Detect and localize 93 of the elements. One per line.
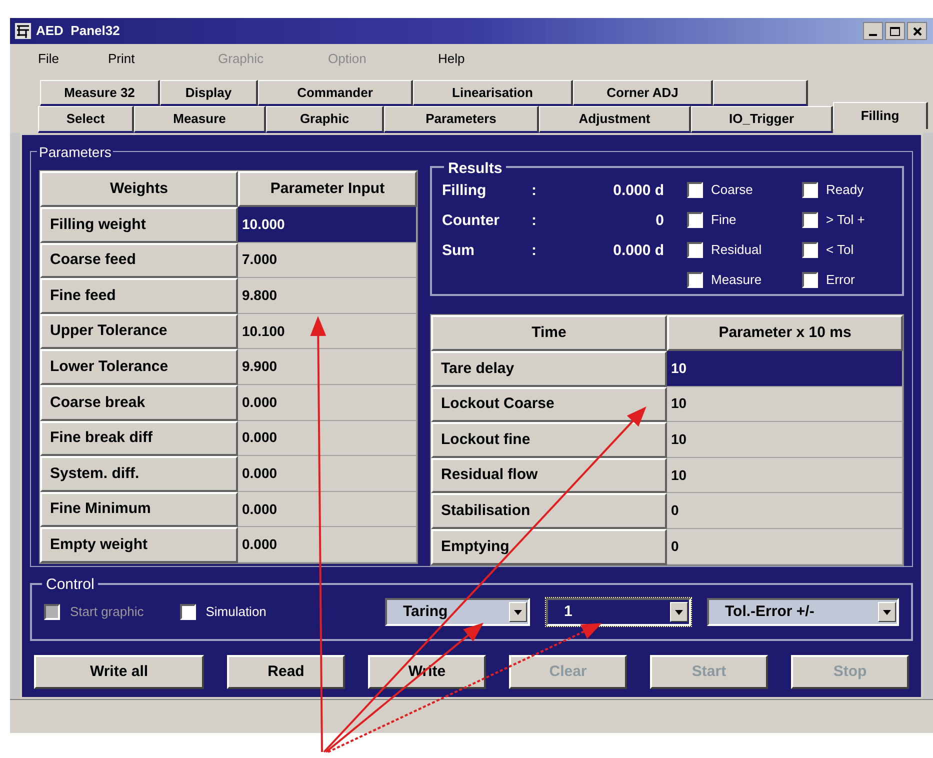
table-cell[interactable]: 10	[667, 386, 903, 422]
tab[interactable]	[713, 80, 808, 106]
checkbox[interactable]	[802, 272, 818, 288]
row-header: System. diff.	[40, 456, 238, 492]
button[interactable]: Write all	[34, 655, 204, 689]
tab[interactable]: IO_Trigger	[691, 106, 833, 133]
checkbox[interactable]	[180, 604, 196, 620]
tab[interactable]: Measure	[134, 106, 266, 133]
tab[interactable]: Filling	[833, 102, 928, 129]
column-header: Weights	[40, 171, 238, 207]
menu-item[interactable]: Help	[428, 49, 538, 69]
checkbox[interactable]	[687, 212, 703, 228]
row-header: Fine feed	[40, 278, 238, 314]
tab[interactable]: Display	[160, 80, 258, 106]
checkbox-label: > Tol +	[826, 211, 865, 230]
row-header: Filling weight	[40, 207, 238, 243]
row-header: Lockout fine	[431, 422, 667, 458]
minimize-icon	[869, 34, 877, 36]
dropdown[interactable]: Tol.-Error +/-	[707, 598, 899, 626]
reading-value: 0.000 d	[612, 240, 664, 261]
checkbox-label: Residual	[711, 241, 762, 260]
checkbox[interactable]	[802, 182, 818, 198]
reading-label: Counter	[442, 210, 500, 231]
table-cell[interactable]: 0.000	[238, 456, 417, 492]
column-header: Parameter Input	[238, 171, 417, 207]
checkbox[interactable]	[802, 242, 818, 258]
menu-item[interactable]: Print	[98, 49, 208, 69]
maximize-icon	[890, 26, 900, 36]
checkbox-label: Coarse	[711, 181, 753, 200]
table-cell[interactable]: 0.000	[238, 420, 417, 456]
reading-value: 0	[654, 210, 664, 231]
table-cell[interactable]: 0	[667, 528, 903, 565]
checkbox[interactable]	[687, 182, 703, 198]
reading-separator: :	[530, 240, 538, 261]
tab[interactable]: Linearisation	[413, 80, 573, 106]
button[interactable]: Read	[227, 655, 345, 689]
row-header: Tare delay	[431, 351, 667, 387]
tab[interactable]: Corner ADJ	[573, 80, 713, 106]
table-cell[interactable]: 10.000	[238, 207, 417, 243]
window-title: AED Panel32	[36, 22, 120, 40]
dropdown[interactable]: 1	[546, 598, 691, 626]
minimize-button[interactable]	[863, 22, 883, 40]
row-header: Coarse break	[40, 384, 238, 421]
row-header: Residual flow	[431, 458, 667, 494]
table-cell[interactable]: 0.000	[238, 492, 417, 528]
checkbox-label: Start graphic	[70, 603, 144, 622]
table-cell[interactable]: 0.000	[238, 384, 417, 421]
table-cell[interactable]: 9.800	[238, 278, 417, 314]
table-cell[interactable]: 10	[667, 422, 903, 458]
checkbox-label: < Tol	[826, 241, 854, 260]
row-header: Lower Tolerance	[40, 349, 238, 385]
row-header: Fine Minimum	[40, 492, 238, 528]
checkbox[interactable]	[687, 242, 703, 258]
checkbox-label: Simulation	[206, 603, 266, 622]
reading-separator: :	[530, 210, 538, 231]
reading-value: 0.000 d	[612, 180, 664, 201]
checkbox[interactable]	[687, 272, 703, 288]
checkbox-label: Measure	[711, 271, 762, 290]
app-icon	[14, 22, 32, 40]
table-cell[interactable]: 10.100	[238, 314, 417, 350]
table-cell[interactable]: 10	[667, 458, 903, 494]
table-cell[interactable]: 9.900	[238, 349, 417, 385]
close-icon	[912, 26, 922, 36]
tab[interactable]: Adjustment	[539, 106, 691, 133]
tab[interactable]: Commander	[258, 80, 413, 106]
table-cell[interactable]: 0	[667, 493, 903, 529]
tab[interactable]: Select	[38, 106, 134, 133]
column-header: Time	[431, 315, 667, 351]
row-header: Upper Tolerance	[40, 314, 238, 350]
row-header: Empty weight	[40, 527, 238, 563]
checkbox-label: Ready	[826, 181, 864, 200]
row-header: Fine break diff	[40, 420, 238, 456]
tab[interactable]: Parameters	[384, 106, 539, 133]
row-header: Coarse feed	[40, 242, 238, 278]
maximize-button[interactable]	[885, 22, 905, 40]
checkbox-label: Fine	[711, 211, 736, 230]
reading-label: Sum	[442, 240, 476, 261]
checkbox-label: Error	[826, 271, 855, 290]
row-header: Emptying	[431, 528, 667, 565]
column-header: Parameter x 10 ms	[667, 315, 903, 351]
tab[interactable]: Graphic	[266, 106, 384, 133]
dropdown[interactable]: Taring	[385, 598, 530, 626]
checkbox[interactable]	[802, 212, 818, 228]
table-cell[interactable]: 0.000	[238, 527, 417, 563]
row-header: Stabilisation	[431, 493, 667, 529]
close-button[interactable]	[907, 22, 927, 40]
reading-label: Filling	[442, 180, 488, 201]
row-header: Lockout Coarse	[431, 386, 667, 422]
tab[interactable]: Measure 32	[40, 80, 160, 106]
table-cell[interactable]: 10	[667, 351, 903, 387]
reading-separator: :	[530, 180, 538, 201]
menu-item[interactable]: File	[28, 49, 98, 69]
table-cell[interactable]: 7.000	[238, 242, 417, 278]
